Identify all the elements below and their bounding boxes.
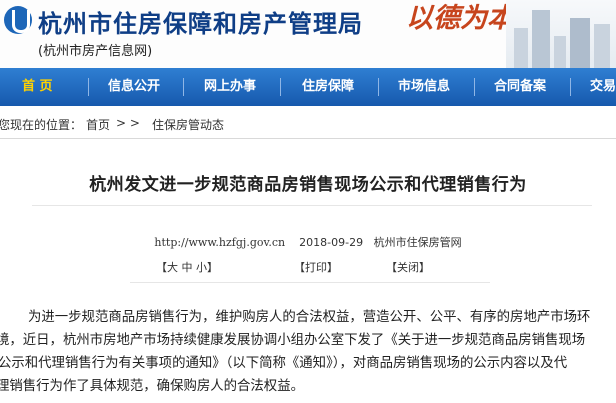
nav-item-trading[interactable]: 交易	[590, 68, 616, 106]
nav-divider	[570, 78, 571, 96]
nav-item-market-info[interactable]: 市场信息	[398, 68, 450, 106]
main-nav: 首 页 信息公开 网上办事 住房保障 市场信息 合同备案 交易	[0, 68, 616, 106]
nav-divider	[280, 78, 281, 96]
tools-divider	[130, 282, 490, 283]
nav-divider	[474, 78, 475, 96]
breadcrumb-home-link[interactable]: 首页	[86, 116, 110, 133]
bureau-logo-icon[interactable]	[4, 6, 32, 34]
title-divider	[32, 205, 592, 206]
body-line: 为进一步规范商品房销售行为，维护购房人的合法权益，营造公开、公平、有序的房地产市…	[28, 310, 591, 325]
site-title[interactable]: 杭州市住房保障和房产管理局	[38, 4, 363, 39]
skyline-banner-image	[506, 0, 616, 68]
breadcrumb-current-link[interactable]: 住保房管动态	[152, 116, 224, 133]
nav-item-online-services[interactable]: 网上办事	[204, 68, 256, 106]
nav-divider	[88, 78, 89, 96]
article-date: 2018-09-29	[299, 236, 364, 249]
breadcrumb-separator: > >	[116, 116, 140, 130]
article-source-url: http://www.hzfgj.gov.cn	[154, 236, 286, 249]
article-title: 杭州发文进一步规范商品房销售现场公示和代理销售行为	[89, 175, 527, 195]
nav-item-home[interactable]: 首 页	[22, 68, 53, 106]
body-line: 公示和代理销售行为有关事项的通知》（以下简称《通知》），对商品房销售现场的公示内…	[0, 356, 568, 371]
font-size-toggle[interactable]: 【大 中 小】	[156, 259, 218, 275]
print-button[interactable]: 【打印】	[294, 259, 338, 275]
breadcrumb-divider	[0, 138, 616, 139]
close-button[interactable]: 【关闭】	[386, 259, 430, 275]
site-subtitle: (杭州市房产信息网)	[38, 44, 153, 59]
article-meta: http://www.hzfgj.gov.cn 2018-09-29 杭州市住保…	[0, 234, 616, 250]
article-tools: 【大 中 小】 【打印】 【关闭】	[0, 259, 616, 277]
body-line: 理销售行为作了具体规范，确保购房人的合法权益。	[0, 379, 304, 394]
body-line: 境，近日，杭州市房地产市场持续健康发展协调小组办公室下发了《关于进一步规范商品房…	[0, 333, 586, 348]
nav-item-info-disclosure[interactable]: 信息公开	[108, 68, 160, 106]
nav-item-housing-security[interactable]: 住房保障	[302, 68, 354, 106]
nav-item-contract-filing[interactable]: 合同备案	[494, 68, 546, 106]
site-header: 杭州市住房保障和房产管理局 (杭州市房产信息网) 以德为本	[0, 0, 616, 68]
breadcrumb-prefix: 您现在的位置：	[0, 118, 83, 132]
header-slogan: 以德为本	[406, 3, 514, 34]
article-source: 杭州市住保房管网	[373, 236, 462, 249]
nav-divider	[378, 78, 379, 96]
breadcrumb: 您现在的位置： 首页 > > 住保房管动态	[0, 112, 616, 136]
nav-divider	[183, 78, 184, 96]
